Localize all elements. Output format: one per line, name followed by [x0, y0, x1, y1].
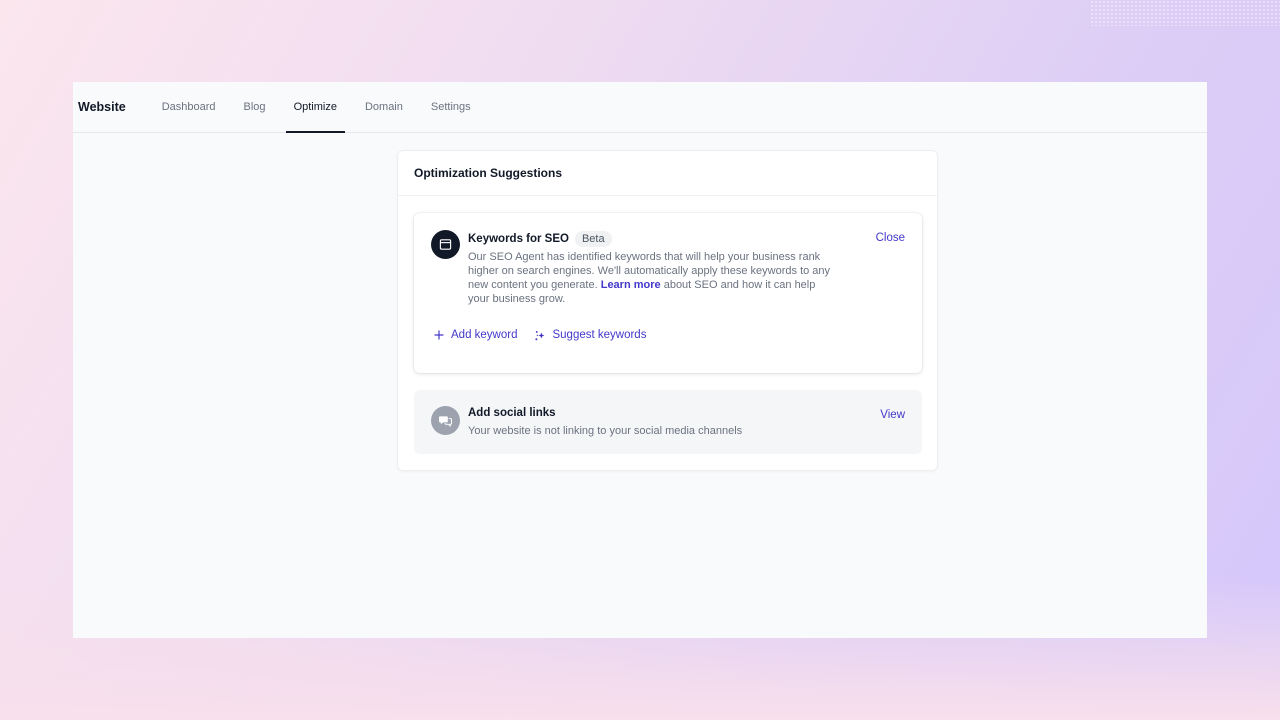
social-card-title: Add social links [468, 407, 556, 419]
social-links-card: Add social links View Your website is no… [414, 390, 922, 454]
suggest-keywords-label: Suggest keywords [552, 329, 647, 341]
panel-title: Optimization Suggestions [398, 151, 937, 196]
close-button[interactable]: Close [876, 232, 905, 244]
tab-settings[interactable]: Settings [423, 82, 479, 132]
tab-dashboard[interactable]: Dashboard [154, 82, 224, 132]
app-window: Website Dashboard Blog Optimize Domain S… [73, 82, 1207, 638]
seo-card-heading: Keywords for SEO Beta [468, 231, 612, 247]
seo-card-actions: Add keyword Suggest keywords [433, 329, 646, 341]
seo-keywords-card: Keywords for SEO Beta Close Our SEO Agen… [414, 213, 922, 373]
decorative-dot-pattern [1090, 0, 1280, 26]
add-keyword-label: Add keyword [451, 329, 518, 341]
social-card-description: Your website is not linking to your soci… [468, 425, 743, 437]
social-card-heading: Add social links [468, 407, 556, 419]
sparkle-icon [534, 329, 546, 341]
suggest-keywords-button[interactable]: Suggest keywords [534, 329, 646, 341]
seo-card-description: Our SEO Agent has identified keywords th… [468, 250, 838, 306]
speech-bubbles-icon [431, 406, 460, 435]
learn-more-link[interactable]: Learn more [601, 279, 661, 291]
beta-badge: Beta [574, 231, 612, 247]
tab-optimize[interactable]: Optimize [285, 82, 346, 133]
optimization-panel: Optimization Suggestions Keywords for SE… [397, 150, 938, 471]
brand-title: Website [78, 100, 126, 114]
view-button[interactable]: View [880, 409, 905, 421]
browser-window-icon [431, 230, 460, 259]
plus-icon [433, 329, 445, 341]
add-keyword-button[interactable]: Add keyword [433, 329, 517, 341]
top-navigation: Website Dashboard Blog Optimize Domain S… [73, 82, 1207, 133]
tab-domain[interactable]: Domain [357, 82, 411, 132]
tab-blog[interactable]: Blog [236, 82, 274, 132]
seo-card-title: Keywords for SEO [468, 233, 569, 245]
